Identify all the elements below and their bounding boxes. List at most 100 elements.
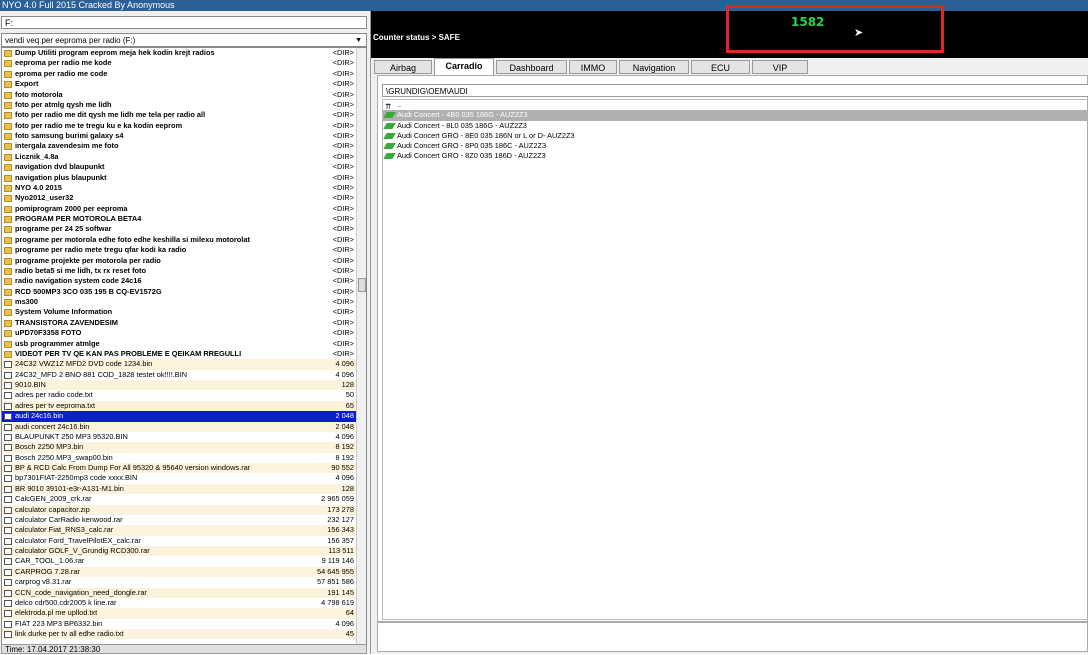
folder-icon [4, 101, 12, 109]
file-row[interactable]: 24C32_MFD 2 BNO 881 COD_1828 testet ok!!… [2, 370, 366, 380]
file-size: <DIR> [332, 276, 354, 286]
folder-row[interactable]: radio navigation system code 24c16 <DIR> [2, 276, 366, 286]
folder-row[interactable]: programe projekte per motorola per radio… [2, 256, 366, 266]
tab-airbag[interactable]: Airbag [374, 60, 432, 74]
drive-field[interactable]: F: [1, 16, 367, 29]
file-row[interactable]: carprog v8.31.rar 57 851 586 [2, 577, 366, 587]
folder-icon [4, 319, 12, 327]
folder-row[interactable]: radio beta5 si me lidh, tx rx reset foto… [2, 266, 366, 276]
file-size: <DIR> [332, 245, 354, 255]
folder-row[interactable]: ms300 <DIR> [2, 297, 366, 307]
folder-row[interactable]: uPD70F3358 FOTO <DIR> [2, 328, 366, 338]
file-row[interactable]: audi 24c16.bin 2 048 [2, 411, 366, 422]
parent-dir-label: .. [397, 100, 402, 109]
tab-immo[interactable]: IMMO [569, 60, 617, 74]
file-size: 2 048 [335, 411, 355, 421]
file-size: 8 192 [335, 442, 355, 452]
file-row[interactable]: adres per tv eeproma.txt 65 [2, 400, 366, 412]
folder-row[interactable]: pomiprogram 2000 per eeproma <DIR> [2, 204, 366, 214]
file-name: Export [15, 79, 39, 89]
folder-select[interactable]: vendi veq per eeproma per radio (F:) ▼ [1, 33, 367, 47]
tab-dashboard[interactable]: Dashboard [496, 60, 567, 74]
tab-navigation[interactable]: Navigation [619, 60, 689, 74]
file-row[interactable]: CalcGEN_2009_crk.rar 2 965 059 [2, 494, 366, 504]
file-row[interactable]: delco cdr500.cdr2005 k line.rar 4 798 619 [2, 598, 366, 608]
folder-row[interactable]: eproma per radio me code <DIR> [2, 69, 366, 79]
folder-row[interactable]: Nyo2012_user32 <DIR> [2, 193, 366, 203]
folder-row[interactable]: foto samsung burimi galaxy s4 <DIR> [2, 131, 366, 141]
file-row[interactable]: calculator capacitor.zip 173 278 [2, 504, 366, 515]
folder-icon [4, 226, 12, 234]
result-item[interactable]: Audi Concert GRO - 8P0 035 186C - AUZ2Z3 [383, 141, 1088, 151]
file-row[interactable]: 9010.BIN 128 [2, 380, 366, 391]
file-row[interactable]: calculator CarRadio kenwood.rar 232 127 [2, 515, 366, 525]
file-row[interactable]: link durke per tv all edhe radio.txt 45 [2, 629, 366, 640]
folder-row[interactable]: navigation dvd blaupunkt <DIR> [2, 162, 366, 172]
file-row[interactable]: 24C32 VWZ1Z MFD2 DVD code 1234.bin 4 096 [2, 359, 366, 370]
tab-carradio[interactable]: Carradio [434, 58, 494, 75]
path-field[interactable]: \GRUNDIG\OEM\AUDI [382, 84, 1088, 97]
tab-ecu[interactable]: ECU [691, 60, 750, 74]
folder-row[interactable]: Licznik_4.8a <DIR> [2, 152, 366, 162]
file-row[interactable]: CAR_TOOL_1.06.rar 9 119 146 [2, 556, 366, 566]
folder-row[interactable]: foto per radio me te tregu ku e ka kodin… [2, 121, 366, 131]
folder-row[interactable]: eeproma per radio me kode <DIR> [2, 58, 366, 68]
file-name: calculator GOLF_V_Grundig RCD300.rar [15, 546, 150, 555]
chevron-down-icon[interactable]: ▼ [355, 34, 362, 48]
tab-vip[interactable]: VIP [752, 60, 808, 74]
file-row[interactable]: bp7301FIAT-2250mp3 code xxxx.BIN 4 096 [2, 473, 366, 483]
file-name: CAR_TOOL_1.06.rar [15, 556, 85, 566]
file-row[interactable]: CARPROG 7.28.rar 54 645 955 [2, 566, 366, 578]
file-row[interactable]: BLAUPUNKT 250 MP3 95320.BIN 4 096 [2, 432, 366, 442]
scroll-thumb[interactable] [358, 278, 366, 292]
folder-row[interactable]: foto per radio me dit qysh me lidh me te… [2, 110, 366, 120]
file-name: CARPROG 7.28.rar [15, 566, 80, 576]
file-row[interactable]: BP & RCD Calc From Dump For All 95320 & … [2, 463, 366, 474]
file-icon [4, 506, 12, 514]
file-row[interactable]: FIAT 223 MP3 BP6332.bin 4 096 [2, 619, 366, 629]
file-icon [4, 402, 12, 410]
folder-row[interactable]: Dump Utiliti program eeprom meja hek kod… [2, 48, 366, 58]
parent-dir-item[interactable]: ⇈ .. [383, 100, 1088, 111]
folder-row[interactable]: navigation plus blaupunkt <DIR> [2, 173, 366, 183]
result-item[interactable]: Audi Concert GRO - 8Z0 035 186D - AUZ2Z3 [383, 151, 1088, 161]
file-name: BR 9010 39101-e3r-A131-M1.bin [15, 483, 124, 493]
folder-row[interactable]: usb programmer atmlge <DIR> [2, 339, 366, 349]
file-row[interactable]: CCN_code_navigation_need_dongle.rar 191 1… [2, 587, 366, 598]
file-icon [4, 558, 12, 566]
folder-row[interactable]: intergala zavendesim me foto <DIR> [2, 141, 366, 151]
folder-row[interactable]: System Volume Information <DIR> [2, 307, 366, 317]
folder-icon [4, 70, 12, 78]
file-icon [4, 413, 12, 421]
folder-row[interactable]: NYO 4.0 2015 <DIR> [2, 183, 366, 193]
file-size: 45 [345, 629, 354, 638]
folder-row[interactable]: programe per 24 25 softwar <DIR> [2, 224, 366, 234]
folder-row[interactable]: programe per radio mete tregu qfar kodi … [2, 245, 366, 255]
folder-row[interactable]: programe per motorola edhe foto edhe kes… [2, 235, 366, 245]
result-item[interactable]: Audi Concert - 4B0 035 186G - AUZ2Z3 [383, 110, 1088, 121]
file-list-scrollbar[interactable] [356, 48, 366, 651]
file-row[interactable]: Bosch 2250 MP3_swap00.bin 8 192 [2, 453, 366, 463]
folder-row[interactable]: TRANSISTORA ZAVENDESIM <DIR> [2, 318, 366, 328]
file-size: 4 096 [335, 359, 355, 369]
file-row[interactable]: elektroda.pl me upllod.txt 64 [2, 608, 366, 619]
file-row[interactable]: Bosch 2250 MP3.bin 8 192 [2, 442, 366, 453]
folder-row[interactable]: RCD 500MP3 3CO 035 195 B CQ-EV1572G <DIR> [2, 287, 366, 297]
file-row[interactable]: BR 9010 39101-e3r-A131-M1.bin 128 [2, 483, 366, 495]
folder-row[interactable]: VIDEOT PER TV QE KAN PAS PROBLEME E QEIK… [2, 349, 366, 359]
result-item[interactable]: Audi Concert GRO - 8E0 035 186N or L or … [383, 131, 1088, 141]
file-row[interactable]: calculator Ford_TravelPilotEX_calc.rar 15… [2, 536, 366, 546]
folder-select-value: vendi veq per eeproma per radio (F:) [5, 36, 136, 45]
result-item[interactable]: Audi Concert - 8L0 035 186G - AUZ2Z3 [383, 121, 1088, 131]
file-row[interactable]: adres per radio code.txt 50 [2, 390, 366, 400]
file-row[interactable]: calculator GOLF_V_Grundig RCD300.rar 113 … [2, 546, 366, 557]
folder-row[interactable]: Export <DIR> [2, 79, 366, 89]
folder-row[interactable]: PROGRAM PER MOTOROLA BETA4 <DIR> [2, 214, 366, 224]
folder-row[interactable]: foto per atmlg qysh me lidh <DIR> [2, 100, 366, 110]
results-list[interactable]: ⇈ .. Audi Concert - 4B0 035 186G - AUZ2Z… [382, 99, 1088, 620]
file-list[interactable]: Dump Utiliti program eeprom meja hek kod… [1, 47, 367, 652]
file-name: System Volume Information [15, 307, 113, 317]
file-row[interactable]: calculator Fiat_RNS3_calc.rar 156 343 [2, 525, 366, 536]
folder-row[interactable]: foto motorola <DIR> [2, 90, 366, 100]
file-row[interactable]: audi concert 24c16.bin 2 048 [2, 421, 366, 432]
